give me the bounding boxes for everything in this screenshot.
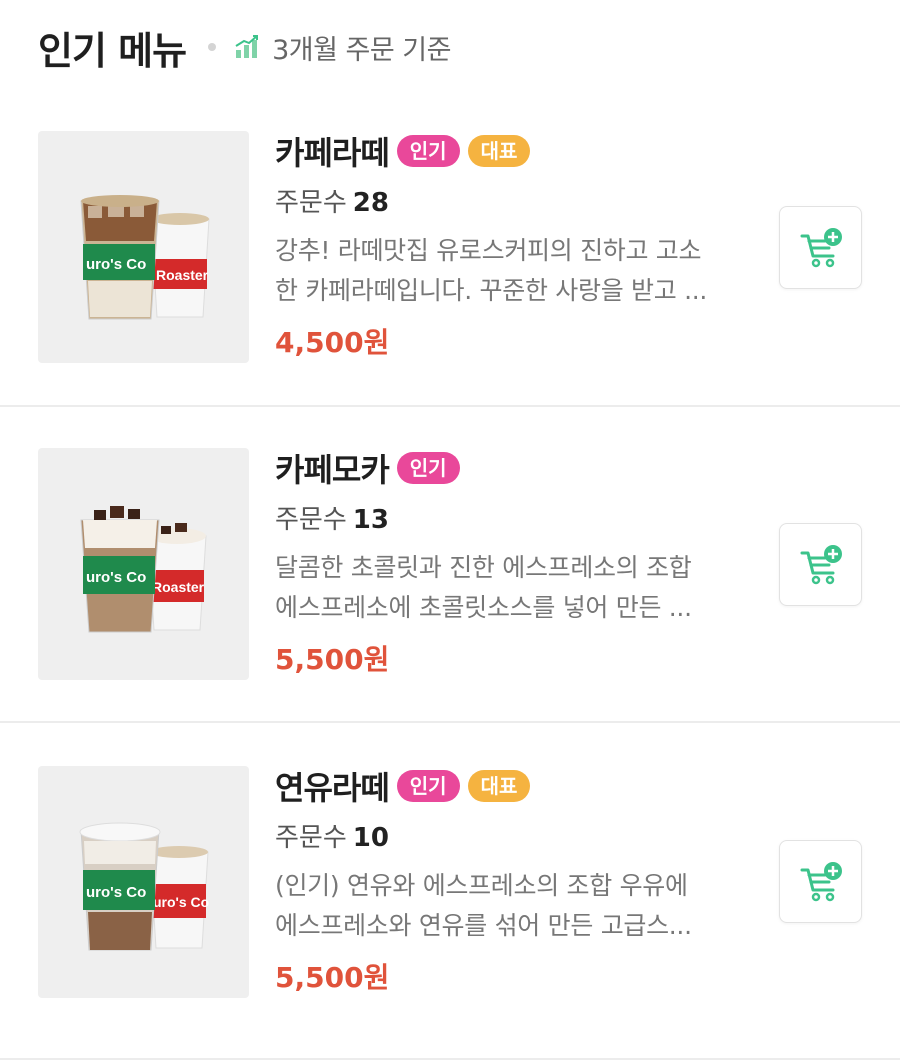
menu-item-price: 5,500원 xyxy=(275,961,390,994)
separator-dot xyxy=(208,43,217,51)
order-count: 주문수 28 xyxy=(275,185,745,221)
description-line: (인기) 연유와 에스프레소의 조합 우유에 xyxy=(275,871,688,900)
item-divider xyxy=(0,721,900,723)
cup-logo-text: Roaster xyxy=(156,267,209,283)
menu-item-info: 카페라떼 인기 대표 주문수 28 강추! 라떼맛집 유로스커피의 진하고 고소 … xyxy=(275,131,745,361)
order-count: 주문수 10 xyxy=(275,820,745,856)
description-line: 달콤한 초콜릿과 진한 에스프레소의 조합 xyxy=(275,553,692,582)
menu-item-image: Roaster uro's Co xyxy=(38,131,249,363)
description-line: 강추! 라떼맛집 유로스커피의 진하고 고소 xyxy=(275,236,702,265)
description-line: 에스프레소와 연유를 섞어 만든 고급스... xyxy=(275,911,692,940)
bar-chart-icon xyxy=(234,34,260,60)
order-count-label: 주문수 xyxy=(275,823,347,853)
menu-item-info: 연유라떼 인기 대표 주문수 10 (인기) 연유와 에스프레소의 조합 우유에 … xyxy=(275,766,745,996)
menu-item-description: 강추! 라떼맛집 유로스커피의 진하고 고소 한 카페라떼입니다. 꾸준한 사랑… xyxy=(275,231,745,311)
section-header: 인기 메뉴 3개월 주문 기준 xyxy=(38,22,451,73)
signature-badge: 대표 xyxy=(467,770,531,802)
item-divider xyxy=(0,1058,900,1060)
description-line: 에스프레소에 초콜릿소스를 넣어 만든 ... xyxy=(275,593,692,622)
add-to-cart-button[interactable] xyxy=(779,206,862,289)
popular-badge: 인기 xyxy=(396,135,460,167)
section-subtitle: 3개월 주문 기준 xyxy=(272,34,451,66)
menu-item-image: uro's Co uro's Co xyxy=(38,766,249,998)
add-to-cart-button[interactable] xyxy=(779,523,862,606)
section-title: 인기 메뉴 xyxy=(38,28,187,73)
menu-item-info: 카페모카 인기 주문수 13 달콤한 초콜릿과 진한 에스프레소의 조합 에스프레… xyxy=(275,448,745,678)
menu-item-name: 카페모카 xyxy=(275,451,390,489)
cup-logo-text: Roaster xyxy=(152,579,205,595)
popular-badge: 인기 xyxy=(396,452,460,484)
add-to-cart-button[interactable] xyxy=(779,840,862,923)
menu-item-image: Roaster uro's Co xyxy=(38,448,249,680)
menu-item-name: 카페라떼 xyxy=(275,134,390,172)
menu-item-description: 달콤한 초콜릿과 진한 에스프레소의 조합 에스프레소에 초콜릿소스를 넣어 만… xyxy=(275,548,745,628)
menu-item-price: 4,500원 xyxy=(275,326,390,359)
menu-item-name: 연유라떼 xyxy=(275,769,390,807)
menu-item-description: (인기) 연유와 에스프레소의 조합 우유에 에스프레소와 연유를 섞어 만든 … xyxy=(275,866,745,946)
menu-item[interactable]: Roaster uro's Co 카페모카 인기 주문수 13 달콤한 초콜릿과 … xyxy=(0,448,900,766)
signature-badge: 대표 xyxy=(467,135,531,167)
popular-badge: 인기 xyxy=(396,770,460,802)
menu-item-price: 5,500원 xyxy=(275,643,390,676)
order-count: 주문수 13 xyxy=(275,502,745,538)
order-count-value: 13 xyxy=(352,505,389,535)
order-count-label: 주문수 xyxy=(275,188,347,218)
cup-logo-text: uro's Co xyxy=(86,884,146,901)
order-count-label: 주문수 xyxy=(275,505,347,535)
menu-item[interactable]: uro's Co uro's Co 연유라떼 인기 대표 주문수 10 (인기) … xyxy=(0,766,900,1063)
description-line: 한 카페라떼입니다. 꾸준한 사랑을 받고 ... xyxy=(275,276,708,305)
menu-item[interactable]: Roaster uro's Co 카페라떼 인기 대표 주문수 28 강추! 라떼… xyxy=(0,131,900,449)
add-cart-icon xyxy=(800,227,842,267)
cup-logo-text: uro's Co xyxy=(86,569,146,586)
order-count-value: 28 xyxy=(352,188,389,218)
cup-logo-text: uro's Co xyxy=(153,894,209,910)
add-cart-icon xyxy=(800,861,842,901)
add-cart-icon xyxy=(800,544,842,584)
order-count-value: 10 xyxy=(352,823,389,853)
item-divider xyxy=(0,405,900,407)
cup-logo-text: uro's Co xyxy=(86,256,146,273)
